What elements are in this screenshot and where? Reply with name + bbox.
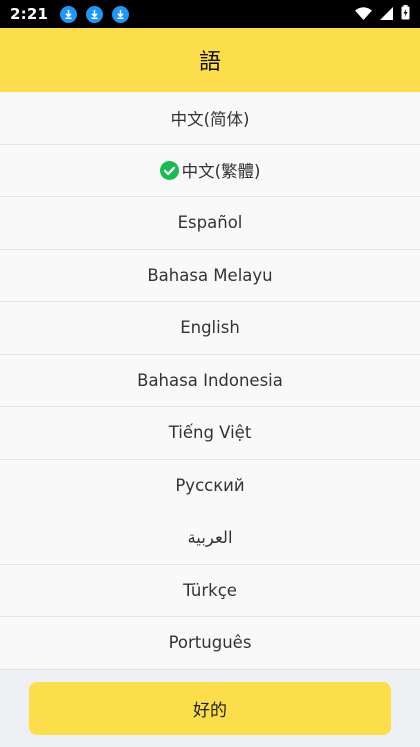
language-label: Русский: [175, 476, 245, 496]
language-label: Tiếng Việt: [168, 423, 252, 443]
language-label: English: [180, 318, 240, 338]
language-label: العربية: [187, 528, 233, 548]
cell-signal-icon: [380, 5, 393, 24]
status-bar: 2:21: [0, 0, 420, 28]
language-item-es[interactable]: Español: [0, 197, 420, 250]
header-bar: 語: [0, 28, 420, 92]
language-item-ru[interactable]: Русский: [0, 459, 420, 512]
language-item-ar[interactable]: العربية: [0, 512, 420, 565]
wifi-icon: [355, 5, 372, 24]
download-icon: [112, 5, 130, 23]
language-item-id[interactable]: Bahasa Indonesia: [0, 354, 420, 407]
language-label: Español: [177, 213, 243, 233]
language-label: Türkçe: [183, 580, 237, 600]
language-label: Bahasa Indonesia: [137, 370, 283, 390]
language-label: 中文(繁體): [181, 162, 261, 182]
language-item-zh-hans[interactable]: 中文(简体): [0, 92, 420, 145]
download-icon: [60, 5, 78, 23]
battery-icon: [401, 4, 410, 24]
footer-bar: 好的: [0, 670, 420, 747]
language-label: 中文(简体): [170, 109, 250, 129]
language-label: Português: [168, 633, 252, 653]
download-icon: [86, 5, 104, 23]
language-item-zh-hant[interactable]: 中文(繁體): [0, 144, 420, 197]
language-label: Bahasa Melayu: [147, 265, 273, 285]
language-list: 中文(简体) 中文(繁體) Español Bahasa Melayu Engl…: [0, 92, 420, 670]
check-circle-icon: [159, 160, 179, 180]
language-item-en[interactable]: English: [0, 302, 420, 355]
language-item-pt[interactable]: Português: [0, 617, 420, 670]
page-title: 語: [198, 50, 221, 75]
ok-button[interactable]: 好的: [29, 682, 391, 735]
language-item-tr[interactable]: Türkçe: [0, 564, 420, 617]
language-item-vi[interactable]: Tiếng Việt: [0, 407, 420, 460]
status-time: 2:21: [10, 5, 49, 23]
language-item-ms[interactable]: Bahasa Melayu: [0, 249, 420, 302]
